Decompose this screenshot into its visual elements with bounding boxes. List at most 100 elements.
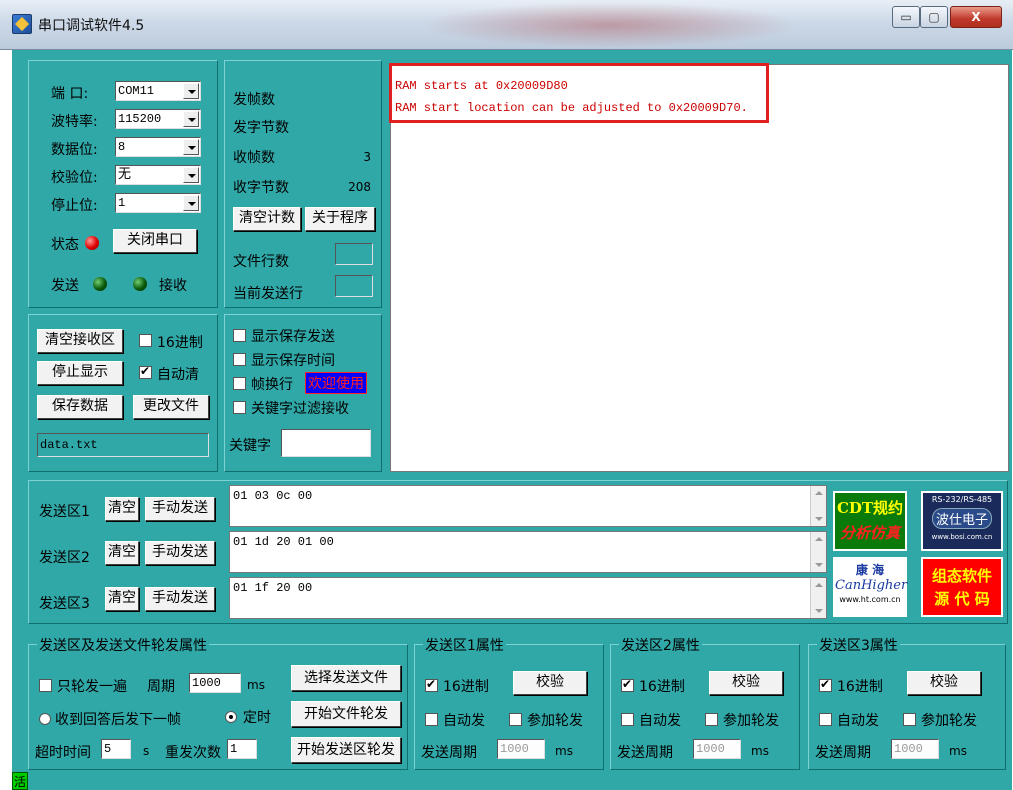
keyword-filter-label: 关键字过滤接收 bbox=[251, 401, 349, 417]
clear-receive-button[interactable]: 清空接收区 bbox=[37, 329, 123, 353]
frame-newline-checkbox[interactable] bbox=[233, 377, 246, 390]
save-data-button[interactable]: 保存数据 bbox=[37, 395, 123, 419]
file-lines-field bbox=[335, 243, 373, 265]
client-area: 端 口: COM11 波特率: 115200 数据位: 8 校验位: 无 停止位… bbox=[12, 50, 1012, 790]
window-title: 串口调试软件4.5 bbox=[38, 18, 145, 34]
kanghai-ad-line3: www.ht.com.cn bbox=[839, 595, 901, 604]
scrollbar[interactable] bbox=[810, 486, 826, 526]
area1-props-group: 发送区1属性 16进制 校验 自动发 参加轮发 发送周期 1000 ms bbox=[414, 635, 604, 770]
area1-check-button[interactable]: 校验 bbox=[513, 671, 587, 695]
reply-next-radio[interactable] bbox=[39, 713, 51, 725]
area3-auto-send-checkbox[interactable] bbox=[819, 713, 832, 726]
chevron-down-icon[interactable] bbox=[183, 111, 199, 127]
start-area-rotation-button[interactable]: 开始发送区轮发 bbox=[291, 737, 401, 763]
send-area-3-clear-button[interactable]: 清空 bbox=[105, 587, 139, 611]
period-input[interactable]: 1000 bbox=[189, 673, 241, 693]
zutai-ad[interactable]: 组态软件 源 代 码 bbox=[921, 557, 1003, 617]
parity-label: 校验位: bbox=[51, 170, 98, 186]
cdt-ad[interactable]: CDT规约 分析仿真 bbox=[833, 491, 907, 551]
area2-auto-send-checkbox[interactable] bbox=[621, 713, 634, 726]
stop-display-button[interactable]: 停止显示 bbox=[37, 361, 123, 385]
send-area-3-manual-send-button[interactable]: 手动发送 bbox=[145, 587, 215, 611]
resend-input[interactable]: 1 bbox=[227, 739, 257, 759]
area3-check-button[interactable]: 校验 bbox=[907, 671, 981, 695]
select-file-button[interactable]: 选择发送文件 bbox=[291, 665, 401, 691]
serial-settings-panel: 端 口: COM11 波特率: 115200 数据位: 8 校验位: 无 停止位… bbox=[28, 60, 218, 308]
area3-join-rotation-checkbox[interactable] bbox=[903, 713, 916, 726]
chevron-down-icon[interactable] bbox=[183, 83, 199, 99]
minimize-button[interactable]: ▭ bbox=[892, 6, 920, 28]
area1-join-rotation-label: 参加轮发 bbox=[527, 713, 583, 729]
send-area-1-input[interactable]: 01 03 0c 00 bbox=[229, 485, 827, 527]
cdt-ad-line1: CDT规约 bbox=[836, 499, 904, 517]
baud-select[interactable]: 115200 bbox=[115, 109, 201, 129]
clear-count-button[interactable]: 清空计数 bbox=[233, 207, 301, 231]
area1-join-rotation-checkbox[interactable] bbox=[509, 713, 522, 726]
send-area-1-clear-button[interactable]: 清空 bbox=[105, 497, 139, 521]
counters-panel: 发帧数 发字节数 收帧数 3 收字节数 208 清空计数 关于程序 文件行数 当… bbox=[224, 60, 382, 308]
rotation-legend: 发送区及发送文件轮发属性 bbox=[37, 635, 209, 655]
area1-props-legend: 发送区1属性 bbox=[423, 635, 506, 655]
area1-hex-checkbox[interactable] bbox=[425, 677, 438, 692]
close-port-button[interactable]: 关闭串口 bbox=[113, 229, 197, 253]
about-button[interactable]: 关于程序 bbox=[305, 207, 375, 231]
area1-period-unit: ms bbox=[555, 744, 573, 758]
area2-check-button[interactable]: 校验 bbox=[709, 671, 783, 695]
bosi-ad[interactable]: RS-232/RS-485 波仕电子 www.bosi.com.cn bbox=[921, 491, 1003, 551]
area2-period-input[interactable]: 1000 bbox=[693, 739, 741, 759]
maximize-button[interactable]: ▢ bbox=[920, 6, 948, 28]
hex-receive-checkbox[interactable] bbox=[139, 334, 152, 347]
chevron-down-icon[interactable] bbox=[183, 167, 199, 183]
send-area-1-label: 发送区1 bbox=[39, 504, 90, 520]
send-area-3-input[interactable]: 01 1f 20 00 bbox=[229, 577, 827, 619]
cdt-ad-line2: 分析仿真 bbox=[839, 524, 900, 542]
filename-field[interactable]: data.txt bbox=[37, 433, 209, 457]
send-area-2-input[interactable]: 01 1d 20 01 00 bbox=[229, 531, 827, 573]
stop-bits-select[interactable]: 1 bbox=[115, 193, 201, 213]
area1-period-input[interactable]: 1000 bbox=[497, 739, 545, 759]
change-file-button[interactable]: 更改文件 bbox=[133, 395, 209, 419]
receive-text: RAM starts at 0x20009D80 RAM start locati… bbox=[395, 75, 748, 119]
send-area-2-label: 发送区2 bbox=[39, 550, 90, 566]
app-icon bbox=[12, 14, 32, 34]
area3-period-label: 发送周期 bbox=[815, 745, 871, 761]
auto-clear-checkbox[interactable] bbox=[139, 364, 152, 379]
scrollbar[interactable] bbox=[810, 532, 826, 572]
chevron-down-icon[interactable] bbox=[183, 195, 199, 211]
area3-period-input[interactable]: 1000 bbox=[891, 739, 939, 759]
current-line-field bbox=[335, 275, 373, 297]
area3-hex-checkbox[interactable] bbox=[819, 677, 832, 692]
keyword-input[interactable] bbox=[281, 429, 371, 457]
show-save-time-checkbox[interactable] bbox=[233, 353, 246, 366]
area2-period-label: 发送周期 bbox=[617, 745, 673, 761]
timed-radio[interactable] bbox=[225, 711, 237, 723]
keyword-filter-checkbox[interactable] bbox=[233, 401, 246, 414]
send-area-2-clear-button[interactable]: 清空 bbox=[105, 541, 139, 565]
scrollbar[interactable] bbox=[810, 578, 826, 618]
frame-newline-label: 帧换行 bbox=[251, 377, 293, 393]
start-file-rotation-button[interactable]: 开始文件轮发 bbox=[291, 701, 401, 727]
title-bar[interactable]: 串口调试软件4.5 ▭ ▢ X bbox=[0, 0, 1013, 50]
auto-clear-label: 自动清 bbox=[157, 367, 199, 383]
zutai-ad-line2: 源 代 码 bbox=[934, 590, 990, 608]
chevron-down-icon[interactable] bbox=[183, 139, 199, 155]
send-area-2-manual-send-button[interactable]: 手动发送 bbox=[145, 541, 215, 565]
area2-join-rotation-checkbox[interactable] bbox=[705, 713, 718, 726]
show-save-send-checkbox[interactable] bbox=[233, 329, 246, 342]
receive-area[interactable]: RAM starts at 0x20009D80 RAM start locati… bbox=[389, 63, 1009, 472]
timeout-input[interactable]: 5 bbox=[101, 739, 131, 759]
send-area-1-manual-send-button[interactable]: 手动发送 bbox=[145, 497, 215, 521]
rotation-group: 发送区及发送文件轮发属性 只轮发一遍 周期 1000 ms 选择发送文件 收到回… bbox=[28, 635, 408, 770]
data-bits-select[interactable]: 8 bbox=[115, 137, 201, 157]
port-select[interactable]: COM11 bbox=[115, 81, 201, 101]
area1-auto-send-checkbox[interactable] bbox=[425, 713, 438, 726]
bosi-ad-line3: www.bosi.com.cn bbox=[931, 533, 993, 541]
recv-frames-label: 收帧数 bbox=[233, 150, 275, 166]
once-checkbox[interactable] bbox=[39, 679, 52, 692]
parity-select[interactable]: 无 bbox=[115, 165, 201, 185]
area1-auto-send-label: 自动发 bbox=[443, 713, 485, 729]
period-unit: ms bbox=[247, 678, 265, 692]
close-button[interactable]: X bbox=[950, 6, 1002, 28]
area2-hex-checkbox[interactable] bbox=[621, 677, 634, 692]
kanghai-ad[interactable]: 康 海 CanHigher www.ht.com.cn bbox=[833, 557, 907, 617]
